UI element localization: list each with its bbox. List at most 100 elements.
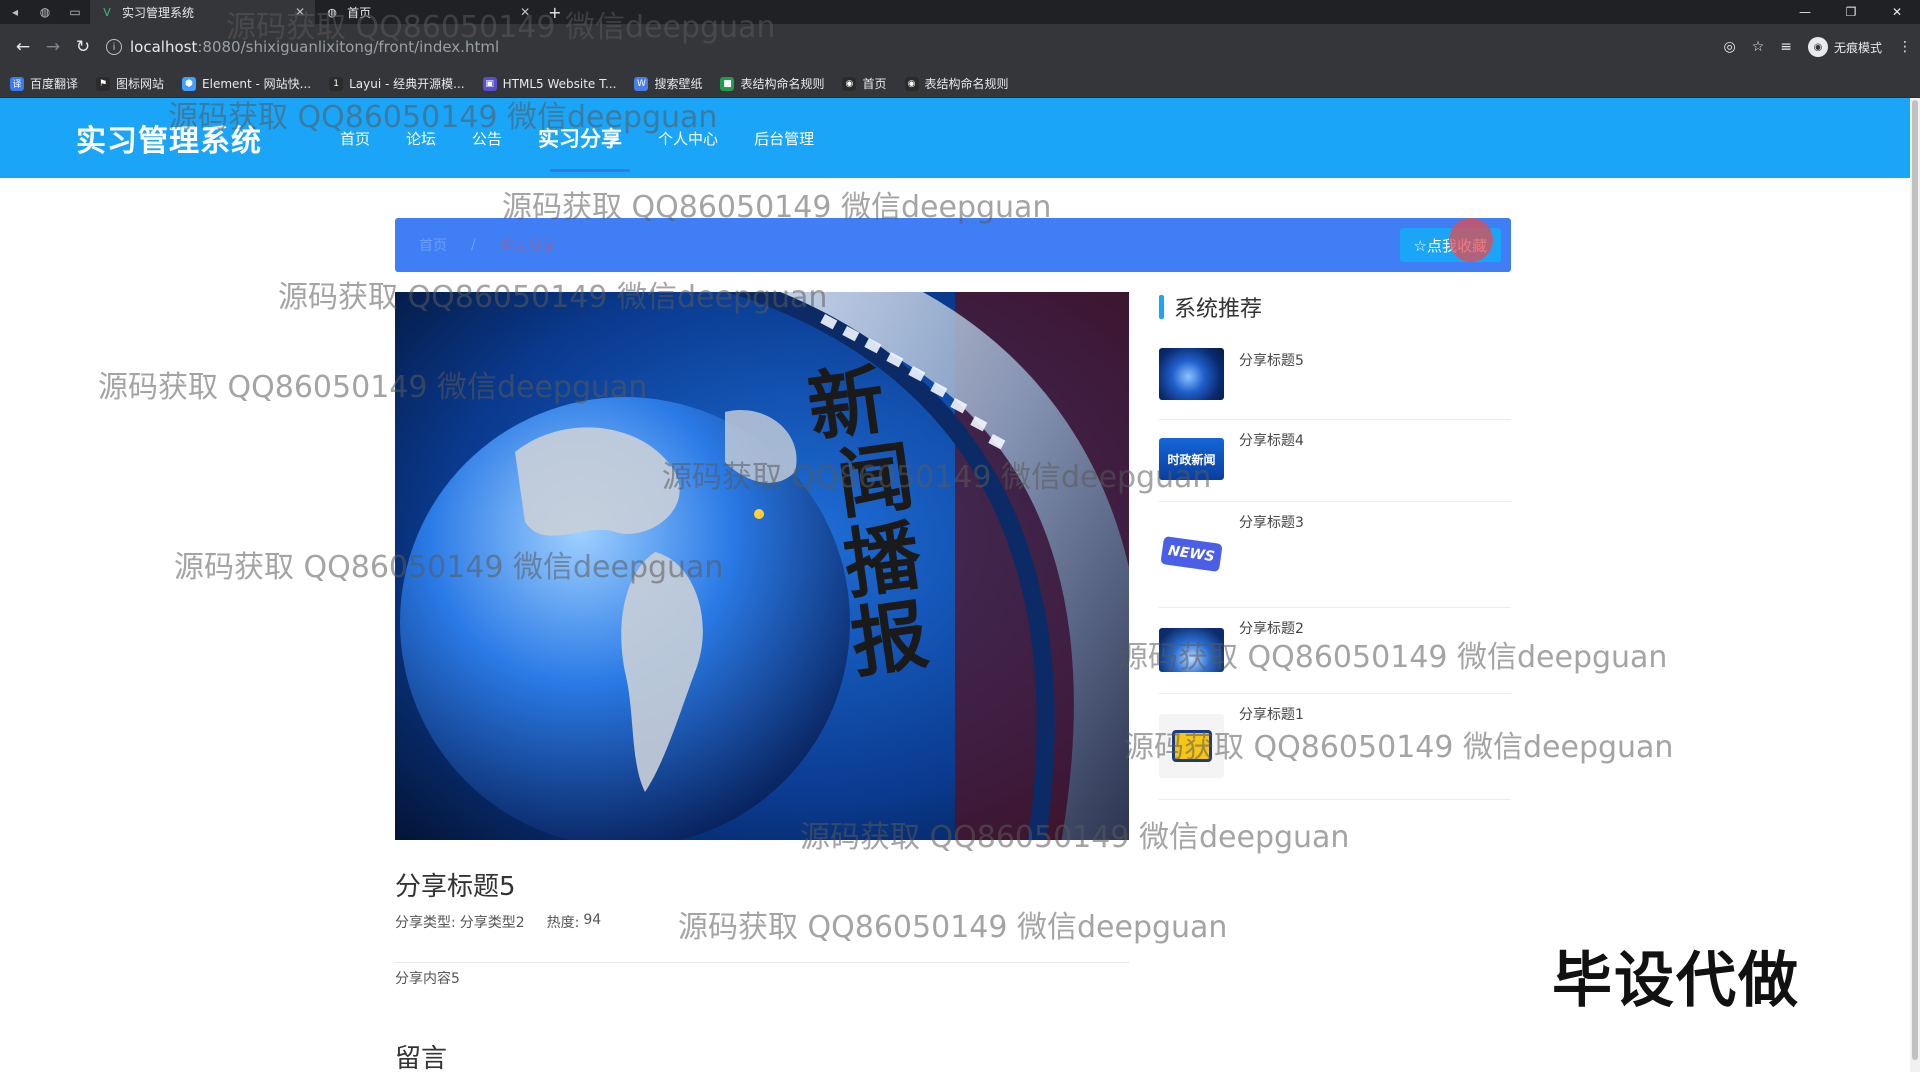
share-title: 分享标题5 [395, 872, 516, 902]
star-icon[interactable]: ☆ [1752, 39, 1765, 55]
browser-tab-bar: ◂ ◍ ▭ V 实习管理系统 ✕ ◍ 首页 ✕ + — ❐ ✕ [0, 0, 1920, 24]
browser-tab[interactable]: ◍ 首页 ✕ [315, 0, 540, 24]
heat-label: 热度: [546, 915, 580, 931]
share-cover-image: 新 闻 播 报 [395, 292, 1129, 840]
nav-item-notice[interactable]: 公告 [454, 98, 520, 178]
nav-item-admin[interactable]: 后台管理 [736, 98, 832, 178]
bookmark-label: Element - 网站快... [202, 77, 312, 91]
thumb-caption: NEWS [1160, 536, 1223, 572]
thumb-stage-image [1159, 628, 1224, 672]
bookmark-icon: ⬢ [182, 76, 197, 91]
list-item[interactable]: NEWS 分享标题3 [1159, 502, 1511, 608]
share-content: 分享内容5 [395, 971, 460, 987]
tab-search-icon[interactable]: ◂ [0, 0, 30, 24]
nav-item-forum[interactable]: 论坛 [388, 98, 454, 178]
url-field[interactable]: i localhost:8080/shixiguanlixitong/front… [106, 31, 1666, 63]
recommend-list: 分享标题5 时政新闻 分享标题4 NEWS 分享标题3 分享标题2 分享标题1 [1159, 340, 1511, 800]
bookmark-label: 表结构命名规则 [924, 77, 1009, 91]
incognito-label: 无痕模式 [1833, 40, 1882, 55]
bookmark-icon: 译 [10, 76, 24, 91]
new-tab-icon[interactable]: + [540, 3, 569, 22]
heading-accent-bar [1159, 295, 1164, 319]
watermark: 源码获取 QQ86050149 微信deepguan [678, 910, 1228, 945]
url-path: :8080/shixiguanlixitong/front/index.html [197, 38, 500, 56]
back-icon[interactable]: ← [8, 32, 38, 62]
bookmark-item[interactable]: ◉ 表结构命名规则 [904, 75, 1009, 92]
bookmark-label: HTML5 Website T... [502, 76, 617, 91]
incognito-icon: ◉ [1807, 37, 1828, 57]
address-bar: ← → ↻ i localhost:8080/shixiguanlixitong… [0, 24, 1920, 70]
window-controls: — ❐ ✕ [1782, 0, 1920, 24]
site-logo[interactable]: 实习管理系统 [76, 116, 262, 160]
bookmark-icon: ◉ [842, 76, 857, 91]
bookmark-icon: 1 [329, 76, 344, 91]
heat-value: 94 [583, 912, 602, 928]
list-item[interactable]: 分享标题1 [1159, 694, 1511, 800]
list-item-title: 分享标题2 [1239, 621, 1304, 637]
tab-title: 首页 [347, 5, 372, 20]
bookmark-label: 首页 [862, 77, 887, 91]
comments-heading: 留言 [395, 1044, 448, 1074]
thumb-politics-image: 时政新闻 [1159, 438, 1224, 480]
bookmarks-bar: 译百度翻译 ⚑ 图标网站 ⬢ Element - 网站快... 1 Layui - 经典开源… [0, 70, 1920, 98]
restore-icon[interactable]: ❐ [1828, 0, 1874, 24]
bookmark-icon: ⚑ [96, 76, 111, 91]
site-info-icon[interactable]: i [106, 39, 122, 55]
close-icon[interactable]: ✕ [295, 5, 305, 19]
minimize-icon[interactable]: — [1782, 0, 1828, 24]
nav-item-home[interactable]: 首页 [322, 98, 388, 178]
breadcrumb-home[interactable]: 首页 [419, 235, 447, 255]
bookmark-icon: ■ [720, 76, 735, 91]
bookmark-item[interactable]: W 搜索壁纸 [634, 75, 702, 92]
browser-tab-active[interactable]: V 实习管理系统 ✕ [90, 0, 316, 24]
site-header: 实习管理系统 首页 论坛 公告 实习分享 个人中心 后台管理 [0, 98, 1910, 178]
thumb-tv-image [1159, 714, 1224, 778]
bookmark-icon: W [634, 76, 649, 91]
bookmark-item[interactable]: ■ 表结构命名规则 [720, 75, 824, 92]
globe-icon: ◍ [327, 5, 337, 19]
bookmark-label: Layui - 经典开源模... [349, 77, 465, 91]
page-scrollbar[interactable] [1910, 98, 1920, 1072]
reading-list-icon[interactable]: ≡ [1780, 39, 1792, 55]
close-window-icon[interactable]: ✕ [1874, 0, 1920, 24]
list-item[interactable]: 时政新闻 分享标题4 [1159, 420, 1511, 502]
bookmark-item[interactable]: ◉ 首页 [842, 75, 887, 92]
bookmark-label: 搜索壁纸 [654, 77, 703, 91]
url-host: localhost [130, 38, 198, 56]
share-meta: 分享类型: 分享类型2 热度: 94 [395, 912, 601, 932]
type-value: 分享类型2 [459, 915, 525, 931]
bookmark-item[interactable]: 译百度翻译 [10, 75, 78, 92]
bookmark-item[interactable]: ▣ HTML5 Website T... [482, 76, 617, 91]
tab-title: 实习管理系统 [122, 5, 195, 20]
list-item[interactable]: 分享标题2 [1159, 608, 1511, 694]
thumb-news-image: NEWS [1159, 522, 1224, 586]
menu-icon[interactable]: ⋮ [1898, 39, 1912, 55]
click-indicator [1449, 218, 1493, 262]
bookmark-icon: ◉ [904, 76, 919, 91]
eye-off-icon[interactable]: ◎ [1723, 39, 1735, 55]
bookmark-label: 图标网站 [116, 77, 165, 91]
hero-char: 报 [845, 589, 934, 689]
nav-item-share[interactable]: 实习分享 [520, 98, 640, 178]
list-item-title: 分享标题4 [1239, 433, 1304, 449]
news-broadcast-graphic [395, 292, 1129, 840]
address-bar-actions: ◎ ☆ ≡ ◉ 无痕模式 ⋮ [1723, 37, 1912, 57]
forward-icon[interactable]: → [38, 32, 68, 62]
list-item[interactable]: 分享标题5 [1159, 340, 1511, 420]
breadcrumb-separator: / [471, 237, 476, 253]
bookmark-item[interactable]: 1 Layui - 经典开源模... [329, 75, 465, 92]
thumb-caption: 时政新闻 [1167, 452, 1216, 467]
reload-icon[interactable]: ↻ [68, 32, 98, 62]
incognito-badge[interactable]: ◉ 无痕模式 [1807, 37, 1882, 57]
bookmark-item[interactable]: ⚑ 图标网站 [96, 75, 164, 92]
main-nav: 首页 论坛 公告 实习分享 个人中心 后台管理 [322, 98, 832, 178]
bookmark-icon: ▣ [482, 76, 497, 91]
nav-item-profile[interactable]: 个人中心 [640, 98, 736, 178]
corner-stamp: 毕设代做 [1552, 946, 1800, 1016]
scrollbar-thumb[interactable] [1912, 100, 1918, 1060]
close-icon[interactable]: ✕ [520, 5, 530, 19]
tv-icon [1171, 730, 1212, 762]
thumb-globe-image [1159, 348, 1224, 400]
bookmark-item[interactable]: ⬢ Element - 网站快... [182, 75, 311, 92]
list-item-title: 分享标题3 [1239, 515, 1304, 531]
